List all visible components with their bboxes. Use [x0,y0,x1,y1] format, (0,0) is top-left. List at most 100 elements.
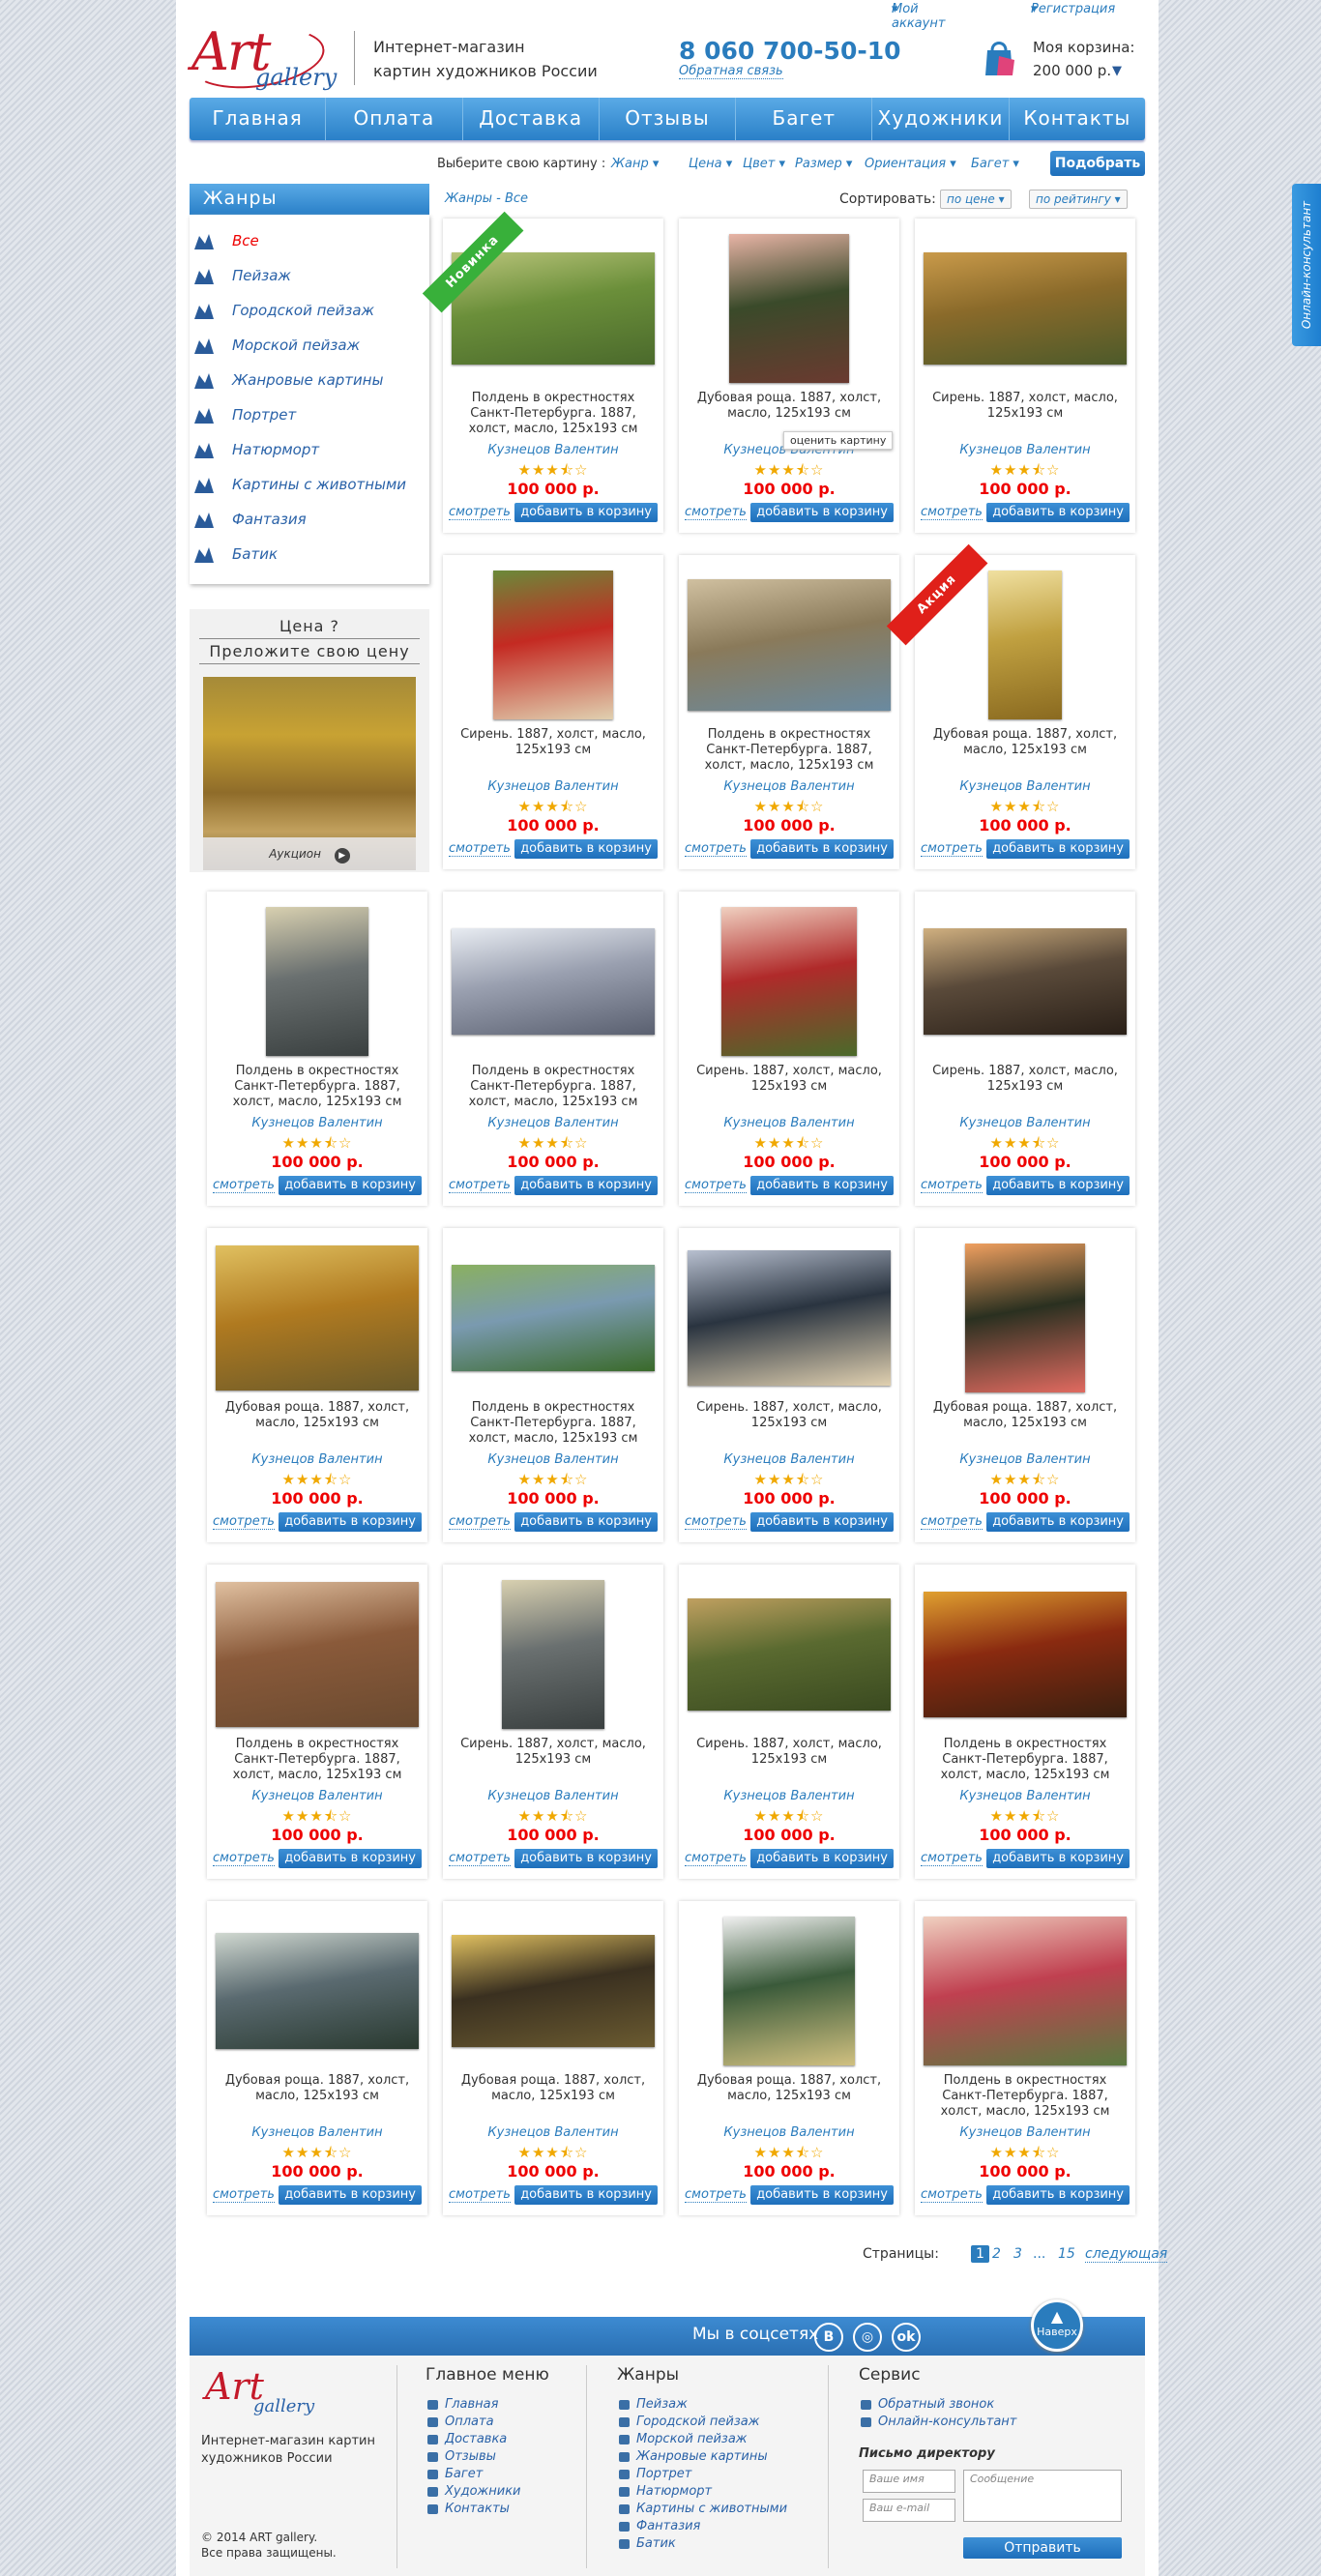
filter-5[interactable]: Багет ▾ [971,157,1019,171]
product-author[interactable]: Кузнецов Валентин [915,1789,1135,1803]
product-author[interactable]: Кузнецов Валентин [679,1789,899,1803]
footer-link[interactable]: Главная [426,2396,549,2414]
odnoklassniki-icon[interactable]: ok [892,2323,921,2352]
product-title[interactable]: Сирень. 1887, холст, масло, 125х193 см [921,391,1130,422]
page-1[interactable]: 1 [971,2245,989,2263]
product-author[interactable]: Кузнецов Валентин [679,779,899,794]
sidebar-genre-8[interactable]: Фантазия [190,507,429,536]
sort-by-rating[interactable]: по рейтингу ▾ [1029,190,1128,209]
product-title[interactable]: Сирень. 1887, холст, масло, 125х193 см [449,727,658,758]
footer-link[interactable]: Художники [426,2483,549,2501]
product-author[interactable]: Кузнецов Валентин [207,1789,427,1803]
product-image[interactable] [924,252,1127,365]
message-textarea[interactable]: Сообщение [963,2470,1122,2522]
footer-link[interactable]: Доставка [426,2431,549,2448]
view-link[interactable]: смотреть [449,506,511,520]
product-author[interactable]: Кузнецов Валентин [915,1116,1135,1130]
footer-link[interactable]: Натюрморт [617,2483,787,2501]
add-to-cart-button[interactable]: добавить в корзину [986,503,1130,522]
product-title[interactable]: Полдень в окрестностях Санкт-Петербурга.… [921,2073,1130,2120]
sort-by-price[interactable]: по цене ▾ [940,190,1012,209]
product-image[interactable] [493,571,613,719]
view-link[interactable]: смотреть [449,2188,511,2203]
product-image[interactable] [216,1933,419,2049]
view-link[interactable]: смотреть [921,1852,983,1866]
nav-item-6[interactable]: Контакты [1010,98,1145,140]
product-image[interactable] [452,928,655,1035]
footer-link[interactable]: Отзывы [426,2448,549,2466]
email-input[interactable]: Ваш e-mail [863,2499,955,2522]
filter-3[interactable]: Размер ▾ [795,157,852,171]
add-to-cart-button[interactable]: добавить в корзину [986,2185,1130,2205]
product-author[interactable]: Кузнецов Валентин [207,1452,427,1467]
product-image[interactable] [988,571,1062,719]
nav-item-2[interactable]: Доставка [463,98,600,140]
logo[interactable]: Art gallery [186,19,337,97]
add-to-cart-button[interactable]: добавить в корзину [986,839,1130,859]
product-title[interactable]: Полдень в окрестностях Санкт-Петербурга.… [449,391,658,437]
filter-2[interactable]: Цвет ▾ [743,157,785,171]
send-button[interactable]: Отправить [963,2537,1122,2559]
product-author[interactable]: Кузнецов Валентин [207,1116,427,1130]
view-link[interactable]: смотреть [685,506,747,520]
product-author[interactable]: Кузнецов Валентин [443,779,663,794]
view-link[interactable]: смотреть [921,1515,983,1530]
product-title[interactable]: Полдень в окрестностях Санкт-Петербурга.… [449,1400,658,1447]
footer-link[interactable]: Морской пейзаж [617,2431,787,2448]
footer-logo[interactable]: Art gallery [201,2365,317,2423]
view-link[interactable]: смотреть [685,1179,747,1193]
footer-link[interactable]: Городской пейзаж [617,2414,787,2431]
add-to-cart-button[interactable]: добавить в корзину [514,1512,658,1532]
sidebar-genre-4[interactable]: Жанровые картины [190,367,429,396]
view-link[interactable]: смотреть [213,1852,275,1866]
view-link[interactable]: смотреть [213,1515,275,1530]
sidebar-genre-2[interactable]: Городской пейзаж [190,298,429,327]
view-link[interactable]: смотреть [921,2188,983,2203]
view-link[interactable]: смотреть [685,1852,747,1866]
sidebar-genre-7[interactable]: Картины с животными [190,472,429,501]
product-author[interactable]: Кузнецов Валентин [443,1452,663,1467]
product-title[interactable]: Дубовая роща. 1887, холст, масло, 125х19… [685,2073,894,2104]
view-link[interactable]: смотреть [921,1179,983,1193]
sidebar-genre-6[interactable]: Натюрморт [190,437,429,466]
auction-painting[interactable]: Аукцион ▶ [203,677,416,870]
product-title[interactable]: Дубовая роща. 1887, холст, масло, 125х19… [685,391,894,422]
page-2[interactable]: 2 [992,2245,1001,2263]
instagram-icon[interactable]: ◎ [853,2323,882,2352]
product-title[interactable]: Полдень в окрестностях Санкт-Петербурга.… [213,1064,422,1110]
auction-link[interactable]: Аукцион ▶ [203,837,416,870]
online-consultant-tab[interactable]: Онлайн-консультант [1292,184,1321,346]
product-image[interactable] [924,1917,1127,2065]
scroll-top-button[interactable]: ▲ Наверх [1031,2299,1083,2352]
vk-icon[interactable]: B [814,2323,843,2352]
product-image[interactable] [924,1592,1127,1717]
add-to-cart-button[interactable]: добавить в корзину [279,1176,422,1195]
filter-4[interactable]: Ориентация ▾ [865,157,956,171]
product-author[interactable]: Кузнецов Валентин [915,1452,1135,1467]
footer-link[interactable]: Пейзаж [617,2396,787,2414]
view-link[interactable]: смотреть [213,2188,275,2203]
product-title[interactable]: Полдень в окрестностях Санкт-Петербурга.… [921,1737,1130,1783]
product-title[interactable]: Полдень в окрестностях Санкт-Петербурга.… [213,1737,422,1783]
page-15[interactable]: 15 [1058,2245,1075,2263]
view-link[interactable]: смотреть [213,1179,275,1193]
add-to-cart-button[interactable]: добавить в корзину [514,839,658,859]
pick-button[interactable]: Подобрать [1050,151,1145,176]
footer-link[interactable]: Фантазия [617,2518,787,2535]
product-author[interactable]: Кузнецов Валентин [443,1789,663,1803]
add-to-cart-button[interactable]: добавить в корзину [986,1512,1130,1532]
product-title[interactable]: Сирень. 1887, холст, масло, 125х193 см [449,1737,658,1768]
product-author[interactable]: Кузнецов Валентин [207,2125,427,2140]
add-to-cart-button[interactable]: добавить в корзину [986,1176,1130,1195]
view-link[interactable]: смотреть [921,506,983,520]
product-image[interactable] [721,907,857,1056]
add-to-cart-button[interactable]: добавить в корзину [750,503,894,522]
add-to-cart-button[interactable]: добавить в корзину [986,1849,1130,1868]
product-title[interactable]: Дубовая роща. 1887, холст, масло, 125х19… [213,2073,422,2104]
sidebar-genre-3[interactable]: Морской пейзаж [190,333,429,362]
product-image[interactable] [452,1265,655,1371]
product-title[interactable]: Дубовая роща. 1887, холст, масло, 125х19… [449,2073,658,2104]
filter-0[interactable]: Жанр ▾ [611,157,659,171]
product-image[interactable] [216,1582,419,1727]
add-to-cart-button[interactable]: добавить в корзину [750,839,894,859]
